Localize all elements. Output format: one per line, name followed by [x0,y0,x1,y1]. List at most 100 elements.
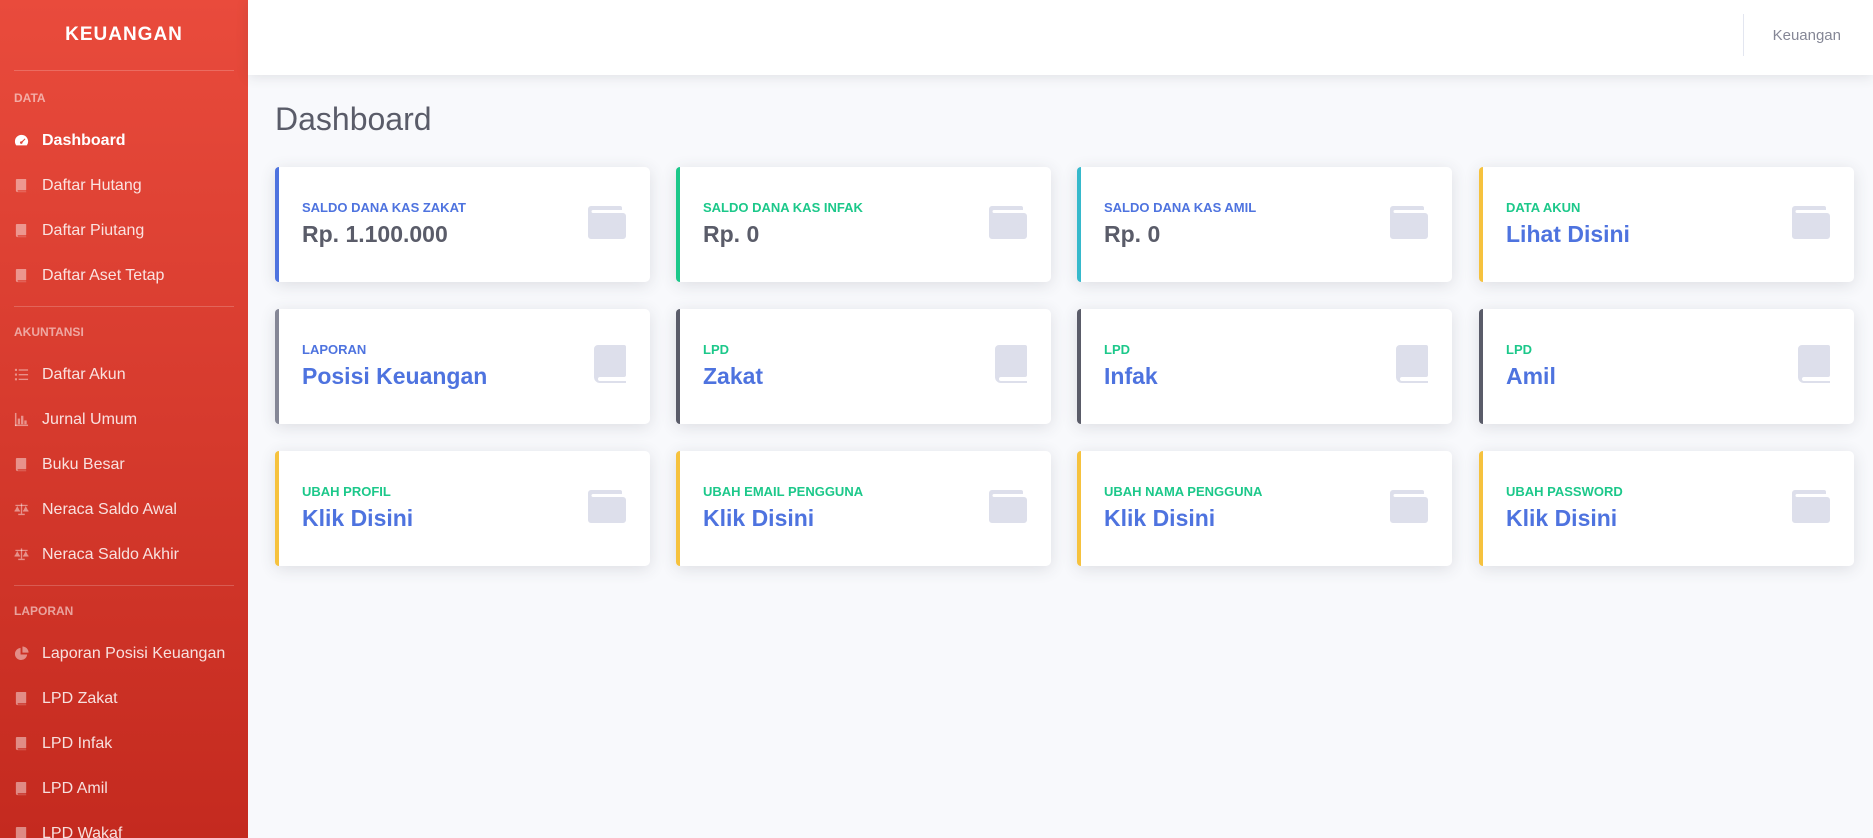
wallet-icon [1792,205,1830,244]
card-value: Rp. 0 [1104,221,1161,247]
card-value[interactable]: Lihat Disini [1506,221,1630,248]
book-icon [1798,345,1830,388]
card-label: LAPORAN [302,342,367,357]
card-accent-bar [275,309,279,424]
card-ubah-nama-pengguna[interactable]: UBAH NAMA PENGGUNA Klik Disini [1077,451,1452,566]
sidebar-item-buku-besar[interactable]: Buku Besar [0,442,248,487]
book-icon [14,781,42,796]
card-value[interactable]: Infak [1104,363,1158,390]
book-icon [995,345,1027,388]
card-value[interactable]: Klik Disini [302,505,413,532]
card-value: Rp. 0 [703,221,760,247]
topbar-divider [1743,14,1744,56]
wallet-icon [989,489,1027,528]
book-icon [14,223,42,238]
card-value[interactable]: Klik Disini [1506,505,1617,532]
sidebar-item-label: Daftar Hutang [42,176,142,194]
sidebar-item-label: LPD Zakat [42,689,118,707]
book-icon [14,178,42,193]
card-value[interactable]: Zakat [703,363,763,390]
sidebar-item-lpd-zakat[interactable]: LPD Zakat [0,676,248,721]
sidebar-item-daftar-hutang[interactable]: Daftar Hutang [0,163,248,208]
card-label: UBAH NAMA PENGGUNA [1104,484,1263,499]
card-accent-bar [676,309,680,424]
sidebar-item-label: Daftar Aset Tetap [42,266,165,284]
sidebar-item-daftar-piutang[interactable]: Daftar Piutang [0,208,248,253]
dashboard-icon [14,133,42,148]
card-label: UBAH PROFIL [302,484,391,499]
book-icon [14,736,42,751]
sidebar-item-neraca-saldo-awal[interactable]: Neraca Saldo Awal [0,487,248,532]
wallet-icon [989,205,1027,244]
sidebar-nav: DATA Dashboard Daftar Hutang Daftar Piutang… [0,71,248,838]
sidebar-item-daftar-aset-tetap[interactable]: Daftar Aset Tetap [0,253,248,298]
book-icon [14,691,42,706]
wallet-icon [588,489,626,528]
card-label: LPD [703,342,729,357]
sidebar-heading: LAPORAN [14,604,74,618]
card-value[interactable]: Amil [1506,363,1556,390]
card-laporan[interactable]: LAPORAN Posisi Keuangan [275,309,650,424]
pie-chart-icon [14,646,42,661]
book-icon [14,268,42,283]
sidebar-item-label: Laporan Posisi Keuangan [42,644,226,662]
sidebar-item-lpd-wakaf[interactable]: LPD Wakaf [0,811,248,838]
book-icon [594,345,626,388]
card-ubah-email-pengguna[interactable]: UBAH EMAIL PENGGUNA Klik Disini [676,451,1051,566]
card-lpd[interactable]: LPD Infak [1077,309,1452,424]
sidebar-item-lpd-amil[interactable]: LPD Amil [0,766,248,811]
sidebar-item-jurnal-umum[interactable]: Jurnal Umum [0,397,248,442]
card-label: LPD [1506,342,1532,357]
sidebar-brand[interactable]: KEUANGAN [0,0,248,70]
card-value[interactable]: Klik Disini [703,505,814,532]
sidebar-item-label: Neraca Saldo Awal [42,500,177,518]
card-lpd[interactable]: LPD Amil [1479,309,1854,424]
sidebar-item-label: LPD Wakaf [42,824,123,838]
card-saldo-dana-kas-infak[interactable]: SALDO DANA KAS INFAK Rp. 0 [676,167,1051,282]
sidebar: KEUANGAN DATA Dashboard Daftar Hutang Dafta… [0,0,248,838]
wallet-icon [1390,205,1428,244]
chart-icon [14,412,42,427]
sidebar-item-laporan-posisi-keuangan[interactable]: Laporan Posisi Keuangan [0,631,248,676]
sidebar-item-lpd-infak[interactable]: LPD Infak [0,721,248,766]
list-icon [14,367,42,382]
card-accent-bar [1479,309,1483,424]
card-value: Rp. 1.100.000 [302,221,448,247]
sidebar-item-label: Jurnal Umum [42,410,138,428]
sidebar-item-label: LPD Infak [42,734,113,752]
card-accent-bar [1479,451,1483,566]
card-accent-bar [676,451,680,566]
wallet-icon [1390,489,1428,528]
topbar: Keuangan [248,0,1873,75]
balance-scale-icon [14,547,42,562]
sidebar-item-label: Dashboard [42,131,126,149]
sidebar-item-label: Daftar Akun [42,365,126,383]
card-value[interactable]: Klik Disini [1104,505,1215,532]
card-ubah-profil[interactable]: UBAH PROFIL Klik Disini [275,451,650,566]
card-accent-bar [275,167,279,282]
sidebar-item-neraca-saldo-akhir[interactable]: Neraca Saldo Akhir [0,532,248,577]
card-accent-bar [1479,167,1483,282]
wallet-icon [588,205,626,244]
card-label: SALDO DANA KAS AMIL [1104,200,1257,215]
card-ubah-password[interactable]: UBAH PASSWORD Klik Disini [1479,451,1854,566]
card-accent-bar [676,167,680,282]
sidebar-item-label: Neraca Saldo Akhir [42,545,179,563]
sidebar-item-dashboard[interactable]: Dashboard [0,118,248,163]
card-accent-bar [1077,451,1081,566]
card-label: SALDO DANA KAS INFAK [703,200,863,215]
card-data-akun[interactable]: DATA AKUN Lihat Disini [1479,167,1854,282]
card-accent-bar [1077,167,1081,282]
user-menu[interactable]: Keuangan [1773,0,1841,70]
wallet-icon [1792,489,1830,528]
card-label: LPD [1104,342,1130,357]
card-saldo-dana-kas-amil[interactable]: SALDO DANA KAS AMIL Rp. 0 [1077,167,1452,282]
card-label: DATA AKUN [1506,200,1581,215]
card-label: UBAH PASSWORD [1506,484,1623,499]
sidebar-heading: DATA [14,91,46,105]
sidebar-item-label: Buku Besar [42,455,125,473]
card-lpd[interactable]: LPD Zakat [676,309,1051,424]
sidebar-item-daftar-akun[interactable]: Daftar Akun [0,352,248,397]
card-value[interactable]: Posisi Keuangan [302,363,487,390]
card-saldo-dana-kas-zakat[interactable]: SALDO DANA KAS ZAKAT Rp. 1.100.000 [275,167,650,282]
